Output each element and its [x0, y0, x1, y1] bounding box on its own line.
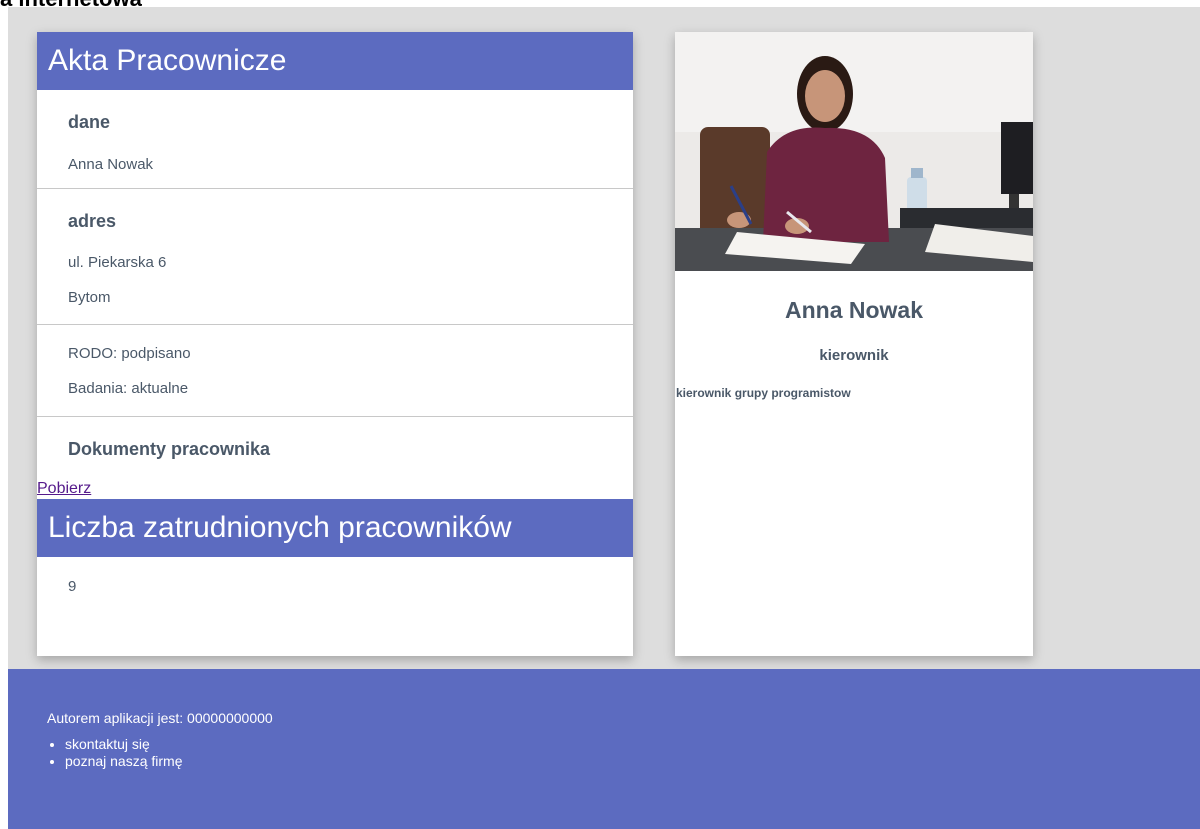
- documents-title: Dokumenty pracownika: [68, 439, 271, 459]
- personal-data-section: dane Anna Nowak: [37, 90, 633, 189]
- footer-author-text: Autorem aplikacji jest: 00000000000: [47, 710, 273, 726]
- address-city: Bytom: [68, 289, 111, 306]
- documents-section: Dokumenty pracownika Pobierz: [37, 417, 633, 499]
- page-footer: Autorem aplikacji jest: 00000000000 skon…: [8, 669, 1200, 829]
- address-title: adres: [68, 211, 117, 231]
- employee-records-header: Akta Pracownicze: [37, 32, 633, 90]
- profile-card: Anna Nowak kierownik kierownik grupy pro…: [675, 32, 1033, 656]
- employee-count-value: 9: [68, 578, 77, 595]
- rodo-status: RODO: podpisano: [68, 345, 191, 362]
- employee-name: Anna Nowak: [68, 156, 154, 173]
- address-section: adres ul. Piekarska 6 Bytom: [37, 189, 633, 325]
- footer-link-contact[interactable]: skontaktuj się: [65, 736, 183, 753]
- employee-count-section: 9: [37, 557, 633, 655]
- medical-status: Badania: aktualne: [68, 380, 189, 397]
- profile-photo: [675, 32, 1033, 271]
- employee-records-card: Akta Pracownicze dane Anna Nowak adres u…: [37, 32, 633, 656]
- footer-links-list: skontaktuj się poznaj naszą firmę: [47, 736, 183, 770]
- profile-name: Anna Nowak: [784, 297, 924, 323]
- personal-data-title: dane: [68, 112, 111, 132]
- profile-description: kierownik grupy programistow: [676, 386, 851, 400]
- address-street: ul. Piekarska 6: [68, 254, 167, 271]
- status-section: RODO: podpisano Badania: aktualne: [37, 325, 633, 417]
- footer-link-about-company[interactable]: poznaj naszą firmę: [65, 753, 183, 770]
- download-link[interactable]: Pobierz: [37, 480, 91, 498]
- employee-count-header: Liczba zatrudnionych pracowników: [37, 499, 633, 557]
- profile-role: kierownik: [819, 347, 889, 364]
